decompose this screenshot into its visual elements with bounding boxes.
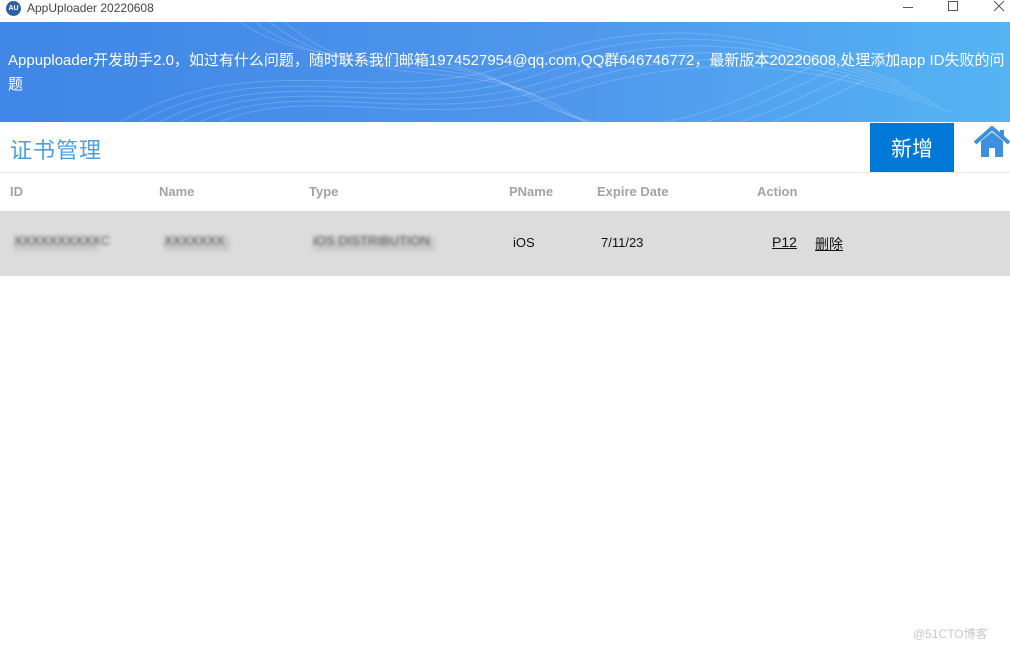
cell-expire-date: 7/11/23 (601, 235, 644, 250)
p12-link[interactable]: P12 (772, 234, 797, 250)
cell-pname: iOS (513, 235, 535, 250)
window-titlebar: AU AppUploader 20220608 (0, 0, 1010, 22)
minimize-icon (903, 7, 913, 8)
column-header-pname: PName (509, 184, 554, 199)
cell-id: XXXXXXXXXXC (14, 233, 111, 248)
app-logo-icon: AU (6, 1, 21, 16)
watermark: @51CTO博客 (913, 627, 988, 641)
column-header-type: Type (309, 184, 339, 199)
add-button[interactable]: 新增 (870, 123, 954, 172)
table-row: XXXXXXXXXXC XXXXXXX iOS DISTRIBUTION iOS… (0, 211, 1010, 276)
info-banner: Appuploader开发助手2.0，如过有什么问题，随时联系我们邮箱19745… (0, 22, 1010, 122)
page-title: 证书管理 (10, 138, 103, 163)
table-header: ID Name Type PName Expire Date Action (0, 173, 1010, 211)
cell-type: iOS DISTRIBUTION (313, 233, 431, 248)
column-header-action: Action (757, 184, 798, 199)
cell-name: XXXXXXX (164, 233, 225, 248)
minimize-button[interactable] (893, 0, 923, 16)
delete-link[interactable]: 删除 (815, 234, 843, 254)
close-button[interactable] (984, 0, 1010, 16)
maximize-icon (948, 1, 958, 11)
column-header-expire-date: Expire Date (597, 184, 669, 199)
close-icon (993, 0, 1005, 12)
maximize-button[interactable] (938, 0, 968, 16)
home-button[interactable] (973, 125, 1010, 161)
banner-message: Appuploader开发助手2.0，如过有什么问题，随时联系我们邮箱19745… (8, 52, 1005, 93)
column-header-name: Name (159, 184, 195, 199)
column-header-id: ID (10, 184, 23, 199)
window-title: AppUploader 20220608 (27, 1, 154, 15)
home-icon (973, 126, 1010, 157)
